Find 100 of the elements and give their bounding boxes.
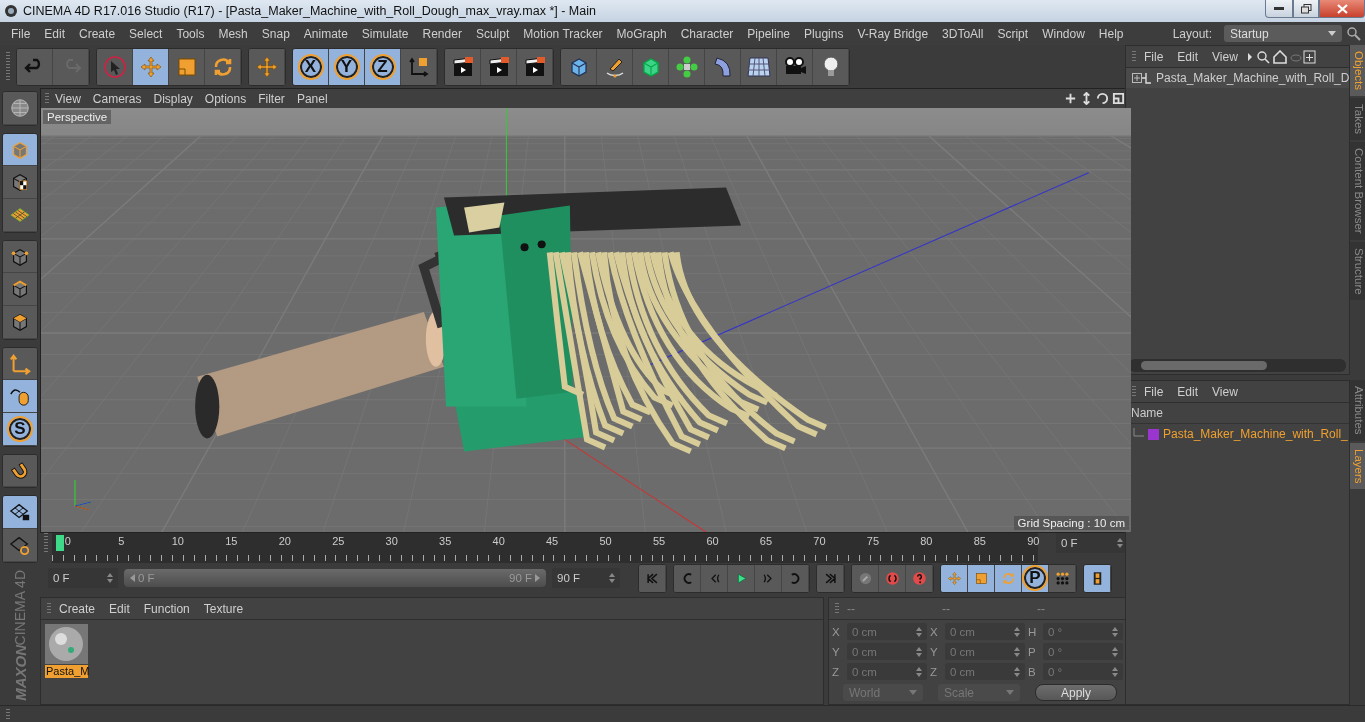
tool-button[interactable] — [968, 564, 995, 592]
expand-icon[interactable] — [1132, 72, 1152, 84]
tool-button[interactable] — [669, 48, 705, 85]
spinner-arrows-icon[interactable] — [1117, 538, 1123, 548]
side-tab[interactable]: Takes — [1350, 98, 1365, 141]
orbit-view-icon[interactable] — [1096, 92, 1109, 105]
panel-menu-item[interactable]: Function — [137, 601, 196, 616]
menu-item[interactable]: Tools — [169, 26, 212, 41]
menu-item[interactable]: Window — [1035, 26, 1092, 41]
menu-item[interactable]: V-Ray Bridge — [850, 26, 936, 41]
menu-item[interactable]: Select — [122, 26, 170, 41]
spinner-arrows-icon[interactable] — [1014, 666, 1020, 677]
panel-menu-item[interactable]: Edit — [103, 601, 136, 616]
tool-button[interactable] — [813, 48, 849, 85]
spinner-arrows-icon[interactable] — [1014, 626, 1020, 637]
panel-menu-item[interactable]: Edit — [1171, 49, 1205, 64]
tool-button[interactable]: Z — [365, 48, 401, 85]
panel-menu-item[interactable]: File — [1138, 384, 1170, 399]
tool-button[interactable] — [995, 564, 1022, 592]
tool-button[interactable] — [169, 48, 205, 85]
viewport-menu-item[interactable]: View — [49, 91, 87, 106]
tool-button[interactable] — [741, 48, 777, 85]
tool-button[interactable] — [728, 564, 755, 592]
zoom-view-icon[interactable] — [1080, 92, 1093, 105]
search-icon[interactable] — [1347, 26, 1361, 41]
right-handle-icon[interactable] — [535, 574, 540, 582]
menu-item[interactable]: Plugins — [797, 26, 851, 41]
timeline-ruler[interactable]: 0 5 10 15 20 25 30 35 40 45 50 55 60 65 70 75 80 85 90 — [52, 533, 1038, 563]
pan-view-icon[interactable] — [1064, 92, 1077, 105]
left-handle-icon[interactable] — [130, 574, 135, 582]
menu-item[interactable]: Animate — [296, 26, 355, 41]
panel-menu-item[interactable]: Texture — [197, 601, 250, 616]
spinner-arrows-icon[interactable] — [916, 666, 922, 677]
tool-button[interactable] — [941, 564, 968, 592]
spinner-arrows-icon[interactable] — [1112, 626, 1118, 637]
layer-color-swatch[interactable] — [1148, 428, 1159, 440]
viewport-menu-item[interactable]: Filter — [252, 91, 291, 106]
tool-button[interactable] — [3, 306, 37, 339]
viewport-menu-item[interactable]: Cameras — [86, 91, 148, 106]
tool-button[interactable] — [3, 166, 37, 199]
layout-dropdown[interactable]: Startup — [1224, 25, 1342, 42]
tool-button[interactable] — [3, 454, 37, 488]
viewport-menu-item[interactable]: Display — [147, 91, 199, 106]
menu-item[interactable]: Create — [72, 26, 123, 41]
menu-item[interactable]: Mesh — [211, 26, 255, 41]
apply-button[interactable]: Apply — [1035, 684, 1117, 701]
tool-button[interactable]: X — [293, 48, 329, 85]
spinner-arrows-icon[interactable] — [107, 573, 113, 583]
tool-button[interactable] — [777, 48, 813, 85]
viewport[interactable]: View Cameras Display Options Filter Panel Perspective Grid Spacing : 10 cm — [40, 88, 1132, 533]
tool-button[interactable] — [3, 529, 37, 562]
tool-button[interactable]: P — [1022, 564, 1049, 592]
menu-item[interactable]: Simulate — [354, 26, 416, 41]
menu-item[interactable]: MoGraph — [609, 26, 674, 41]
panel-menu-item[interactable]: File — [1138, 49, 1170, 64]
side-tab[interactable]: Attributes — [1350, 380, 1365, 441]
minimize-button[interactable] — [1265, 0, 1293, 18]
spinner-arrows-icon[interactable] — [1014, 646, 1020, 657]
tool-button[interactable] — [401, 48, 437, 85]
menu-item[interactable]: Snap — [254, 26, 297, 41]
tool-button[interactable] — [481, 48, 517, 85]
tool-button[interactable] — [1049, 564, 1076, 592]
menu-item[interactable]: Sculpt — [468, 26, 517, 41]
panel-menu-item[interactable]: Create — [53, 601, 102, 616]
side-tab[interactable]: Structure — [1350, 241, 1365, 301]
spinner-arrows-icon[interactable] — [916, 646, 922, 657]
start-frame-field[interactable]: 0 F — [48, 568, 118, 588]
side-tab[interactable]: Content Browser — [1350, 142, 1365, 240]
layer-name[interactable]: Pasta_Maker_Machine_with_Roll_ — [1163, 427, 1348, 441]
tool-button[interactable] — [633, 48, 669, 85]
panel-menu-item[interactable]: View — [1206, 384, 1244, 399]
spinner-arrows-icon[interactable] — [916, 626, 922, 637]
tool-button[interactable] — [3, 273, 37, 306]
spinner-arrows-icon[interactable] — [609, 573, 615, 583]
tool-button[interactable] — [597, 48, 633, 85]
tool-button[interactable] — [3, 347, 37, 381]
menu-item[interactable]: Pipeline — [740, 26, 798, 41]
tool-button[interactable] — [205, 48, 241, 85]
tool-button[interactable]: S — [3, 413, 37, 446]
close-button[interactable] — [1319, 0, 1365, 18]
viewport-menu-item[interactable]: Panel — [290, 91, 334, 106]
tool-button[interactable] — [561, 48, 597, 85]
spinner-arrows-icon[interactable] — [1112, 666, 1118, 677]
tool-button[interactable] — [1084, 564, 1111, 592]
tool-button[interactable] — [3, 496, 37, 529]
menu-item[interactable]: Edit — [37, 26, 73, 41]
menu-item[interactable]: Script — [990, 26, 1036, 41]
current-frame-field[interactable]: 0 F — [1056, 533, 1128, 553]
spinner-arrows-icon[interactable] — [1112, 646, 1118, 657]
tool-button[interactable] — [133, 48, 169, 85]
menu-item[interactable]: Render — [415, 26, 469, 41]
panel-tools-icon[interactable] — [1245, 49, 1316, 64]
horizontal-scrollbar[interactable] — [1129, 359, 1347, 372]
tool-button[interactable]: Y — [329, 48, 365, 85]
tool-button[interactable] — [517, 48, 553, 85]
panel-menu-item[interactable]: Edit — [1171, 384, 1205, 399]
playhead[interactable] — [55, 535, 64, 551]
menu-item[interactable]: Motion Tracker — [516, 26, 610, 41]
menu-item[interactable]: 3DToAll — [935, 26, 991, 41]
maximize-button[interactable] — [1293, 0, 1319, 18]
